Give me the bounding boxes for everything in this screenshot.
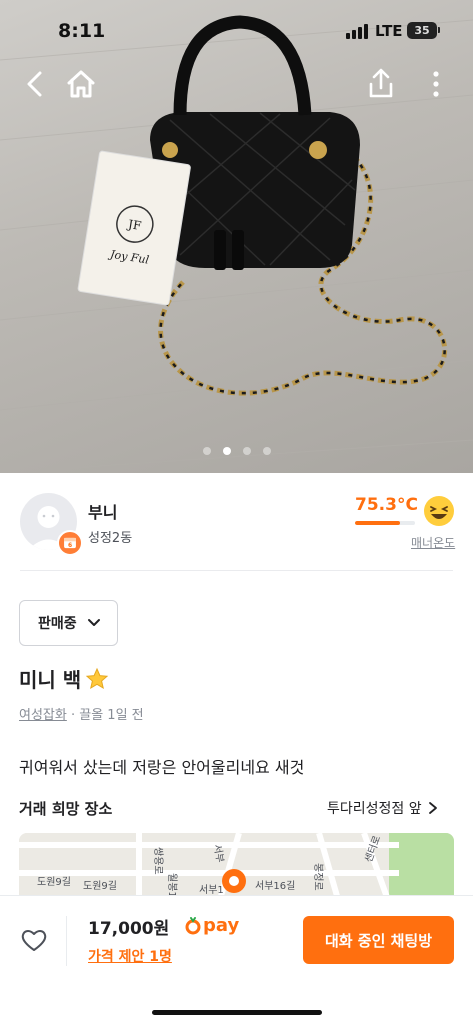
meeting-place-value: 투다리성정점 앞 <box>327 801 422 817</box>
map-preview[interactable]: 도원9길 도원9길 서부16길 서부1 쌍용로 봉정로 월봉1 센터로 서부 <box>19 833 454 903</box>
seller-region: 성정2동 <box>88 531 133 546</box>
meta-separator: · <box>70 708 80 723</box>
network-label: LTE <box>375 22 403 40</box>
category-link[interactable]: 여성잡화 <box>19 708 67 723</box>
home-icon[interactable] <box>63 66 99 102</box>
price: 17,000원 <box>88 919 170 939</box>
battery-tip <box>438 27 440 33</box>
sale-status-dropdown[interactable]: 판매중 <box>19 600 118 646</box>
bottom-action-bar: 17,000원 pay 가격 제안 1명 대화 중인 채팅방 <box>0 895 473 1024</box>
home-indicator <box>152 1010 322 1015</box>
post-title-text: 미니 백 <box>19 668 82 692</box>
pay-badge: pay <box>185 914 239 936</box>
meeting-place-label: 거래 희망 장소 <box>19 800 113 818</box>
map-label: 도원9길 <box>37 875 71 888</box>
carrot-pay-icon <box>185 917 201 935</box>
vertical-divider <box>66 916 67 966</box>
signal-icon <box>346 24 368 39</box>
map-label: 쌍용로 <box>152 847 164 875</box>
status-time: 8:11 <box>58 20 106 42</box>
star-icon <box>85 667 109 689</box>
calendar-badge-icon: 6 <box>57 530 83 556</box>
temperature-fill <box>355 521 401 525</box>
gallery-indicator <box>0 447 473 455</box>
seller-name[interactable]: 부니 <box>88 499 117 523</box>
map-label: 봉정로 <box>312 863 324 891</box>
post-title: 미니 백 <box>19 664 109 693</box>
price-offer-link[interactable]: 가격 제안 1명 <box>88 946 172 966</box>
post-time: 끌올 1일 전 <box>79 708 144 723</box>
gallery-dot-active <box>222 447 231 455</box>
map-label: 도원9길 <box>83 879 117 892</box>
chat-button[interactable]: 대화 중인 채팅방 <box>303 916 454 964</box>
chevron-down-icon <box>87 619 100 626</box>
pay-label: pay <box>203 914 240 936</box>
meeting-place-link[interactable]: 투다리성정점 앞 <box>327 798 440 818</box>
manner-temperature: 75.3°C <box>355 495 418 515</box>
map-label: 서부16길 <box>255 879 295 892</box>
status-bar: 8:11 LTE 35 <box>0 0 473 60</box>
gallery-dot <box>242 447 251 455</box>
chevron-right-icon <box>428 802 437 814</box>
manner-temperature-link[interactable]: 매너온도 <box>411 534 455 551</box>
seller-profile[interactable]: 6 부니 성정2동 75.3°C 매너온도 <box>0 473 473 571</box>
product-image[interactable]: JF Joy Ful 8:11 LTE 35 <box>0 0 473 473</box>
gallery-dot <box>262 447 271 455</box>
post-description: 귀여워서 샀는데 저랑은 안어울리네요 새것 <box>19 758 305 777</box>
back-icon[interactable] <box>18 66 54 102</box>
share-icon[interactable] <box>363 66 399 102</box>
gallery-dot <box>202 447 211 455</box>
divider <box>20 570 453 571</box>
post-meta: 여성잡화 · 끌올 1일 전 <box>19 704 144 723</box>
map-tiles: 도원9길 도원9길 서부16길 서부1 쌍용로 봉정로 월봉1 센터로 서부 <box>19 833 454 903</box>
temperature-bar <box>355 521 415 525</box>
laughing-face-icon <box>424 496 454 526</box>
battery-icon: 35 <box>407 22 437 39</box>
sale-status-label: 판매중 <box>38 616 77 632</box>
heart-icon[interactable] <box>20 926 48 954</box>
svg-text:6: 6 <box>68 543 72 549</box>
more-icon[interactable] <box>418 66 454 102</box>
